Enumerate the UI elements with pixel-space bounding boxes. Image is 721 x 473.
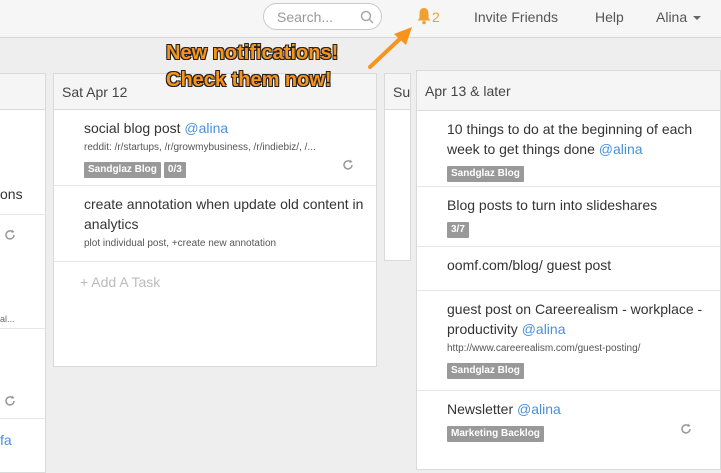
- task-notes: plot individual post, +create new annota…: [84, 238, 277, 249]
- project-tag[interactable]: Sandglaz Blog: [84, 162, 161, 178]
- task-title: Newsletter @alina: [447, 401, 561, 417]
- task-card[interactable]: Blog posts to turn into slideshares 3/7: [417, 187, 720, 247]
- subtask-count-badge[interactable]: 3/7: [447, 222, 469, 238]
- chevron-down-icon: [693, 16, 702, 21]
- mention-link[interactable]: @alina: [599, 141, 643, 157]
- user-name: Alina: [656, 9, 688, 25]
- task-title: guest post on Careerealism - workplace -…: [447, 301, 703, 337]
- add-task-button[interactable]: + Add A Task: [54, 262, 376, 290]
- task-card[interactable]: Newsletter @alina Marketing Backlog: [417, 391, 720, 451]
- mention-link[interactable]: @alina: [184, 120, 228, 136]
- annotation-callout: New notifications! Check them now!: [166, 40, 338, 94]
- invite-friends-link[interactable]: Invite Friends: [474, 9, 558, 25]
- callout-arrow-icon: [368, 27, 412, 69]
- left-task-fragment: ons: [0, 186, 23, 202]
- user-menu[interactable]: Alina: [656, 9, 702, 25]
- search-icon[interactable]: [360, 10, 374, 24]
- project-tag[interactable]: Sandglaz Blog: [447, 363, 524, 379]
- left-mention-fragment: fa: [0, 432, 12, 448]
- task-title: Blog posts to turn into slideshares: [447, 197, 658, 213]
- task-card[interactable]: create annotation when update old conten…: [54, 186, 376, 262]
- left-task-meta-fragment: al...: [0, 314, 15, 324]
- column-sat-apr-12: Sat Apr 12 social blog post @alina reddi…: [53, 73, 377, 367]
- mention-link[interactable]: @alina: [522, 321, 566, 337]
- mention-link[interactable]: @alina: [517, 401, 561, 417]
- task-notes: reddit: /r/startups, /r/growmybusiness, …: [84, 142, 316, 153]
- callout-line: Check them now!: [166, 69, 332, 91]
- refresh-icon[interactable]: [4, 395, 16, 407]
- task-title: social blog post @alina: [84, 120, 229, 136]
- column-partial-left: [0, 73, 47, 473]
- task-title: 10 things to do at the beginning of each…: [447, 121, 693, 157]
- refresh-icon[interactable]: [4, 229, 16, 241]
- column-header: Su: [385, 74, 410, 110]
- refresh-icon[interactable]: [342, 159, 354, 171]
- task-card[interactable]: 10 things to do at the beginning of each…: [417, 111, 720, 187]
- task-card[interactable]: guest post on Careerealism - workplace -…: [417, 291, 720, 391]
- task-title: create annotation when update old conten…: [84, 196, 364, 232]
- task-card[interactable]: social blog post @alina reddit: /r/start…: [54, 110, 376, 186]
- column-header: Apr 13 & later: [417, 71, 720, 111]
- help-link[interactable]: Help: [595, 9, 624, 25]
- project-tag[interactable]: Sandglaz Blog: [447, 166, 524, 182]
- project-tag[interactable]: Marketing Backlog: [447, 426, 544, 442]
- search-placeholder: Search...: [277, 9, 334, 25]
- task-card[interactable]: oomf.com/blog/ guest post: [417, 247, 720, 291]
- notification-count[interactable]: 2: [432, 9, 440, 25]
- subtask-count-badge[interactable]: 0/3: [163, 162, 186, 178]
- task-title: oomf.com/blog/ guest post: [447, 257, 612, 273]
- callout-line: New notifications!: [166, 42, 339, 64]
- column-sun-partial: Su: [384, 73, 411, 261]
- task-notes: http://www.careerealism.com/guest-postin…: [447, 343, 641, 354]
- refresh-icon[interactable]: [680, 423, 692, 435]
- notification-bell-icon[interactable]: [416, 7, 432, 25]
- column-header: [0, 74, 45, 110]
- column-apr-13-later: Apr 13 & later 10 things to do at the be…: [416, 70, 721, 470]
